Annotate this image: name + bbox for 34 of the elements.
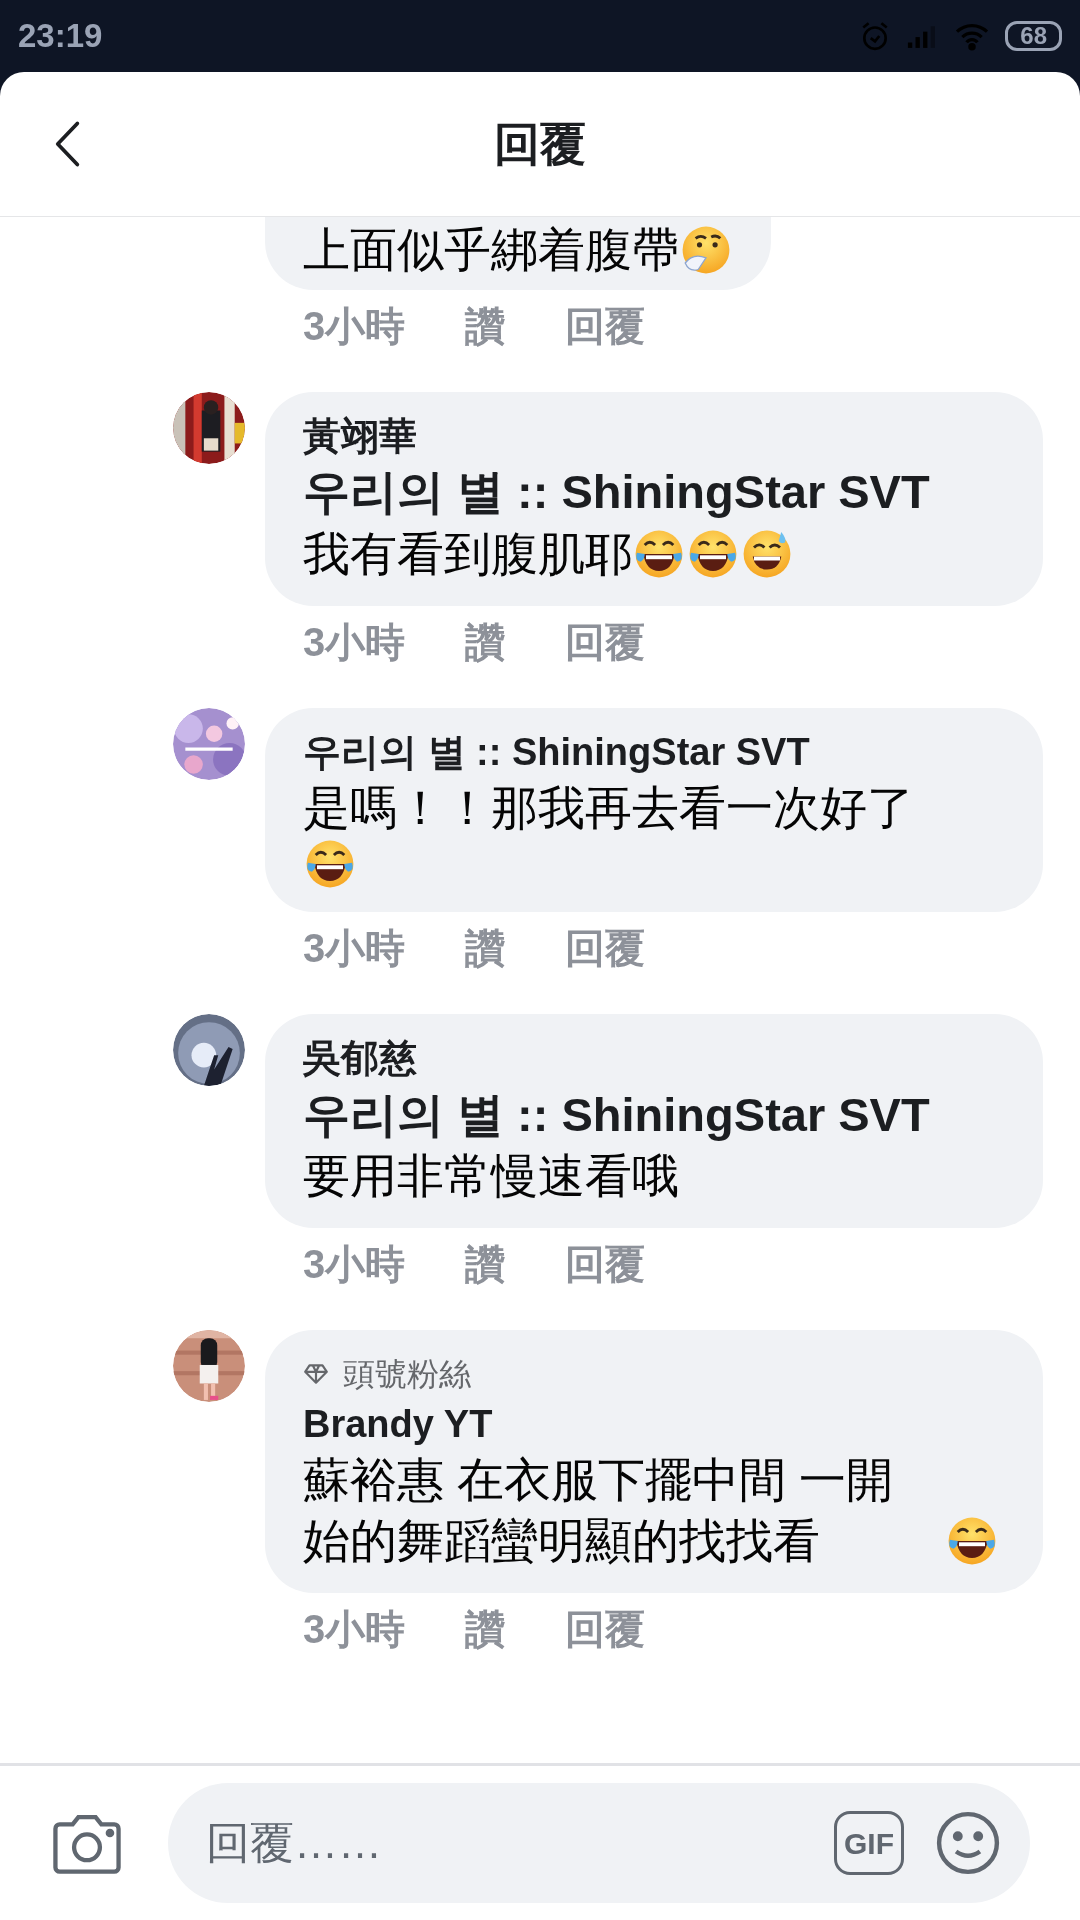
comment-text: 我有看到腹肌耶 bbox=[303, 525, 632, 582]
comment-text: 蘇裕惠 在衣服下擺中間 一開始的舞蹈蠻明顯的找找看 bbox=[303, 1452, 895, 1570]
status-time: 23:19 bbox=[18, 16, 103, 57]
reply-link[interactable]: 回覆 bbox=[565, 922, 646, 975]
diamond-icon bbox=[303, 1362, 329, 1385]
reply-link[interactable]: 回覆 bbox=[565, 300, 646, 353]
battery-indicator: 68 bbox=[1005, 21, 1062, 51]
comment-time: 3小時 bbox=[303, 303, 406, 351]
comment-text: 上面似乎綁着腹帶 bbox=[303, 222, 679, 278]
comment-text: 是嗎！！那我再去看一次好了 bbox=[303, 780, 915, 837]
comment-text: 要用非常慢速看哦 bbox=[303, 1147, 679, 1204]
like-link[interactable]: 讚 bbox=[465, 922, 506, 975]
reply-link[interactable]: 回覆 bbox=[565, 1603, 646, 1656]
mention-link[interactable]: 우리의 별 :: ShiningStar SVT bbox=[303, 461, 999, 523]
page-title: 回覆 bbox=[494, 116, 586, 172]
commenter-name[interactable]: 吳郁慈 bbox=[303, 1034, 999, 1084]
comment-time: 3小時 bbox=[303, 925, 406, 973]
fan-badge-label: 頭號粉絲 bbox=[343, 1354, 471, 1394]
comment-time: 3小時 bbox=[303, 1606, 406, 1654]
reply-link[interactable]: 回覆 bbox=[565, 1237, 646, 1290]
reply-link[interactable]: 回覆 bbox=[565, 615, 646, 668]
comment-time: 3小時 bbox=[303, 618, 406, 666]
mention-link[interactable]: 우리의 별 :: ShiningStar SVT bbox=[303, 1083, 999, 1145]
like-link[interactable]: 讚 bbox=[465, 1237, 506, 1290]
like-link[interactable]: 讚 bbox=[465, 300, 506, 353]
like-link[interactable]: 讚 bbox=[465, 1603, 506, 1656]
emoji-icon[interactable] bbox=[934, 1809, 1002, 1877]
gif-button[interactable]: GIF bbox=[834, 1811, 904, 1875]
commenter-name[interactable]: 우리의 별 :: ShiningStar SVT bbox=[303, 727, 999, 778]
commenter-name[interactable]: 黃翊華 bbox=[303, 412, 999, 462]
commenter-name[interactable]: Brandy YT bbox=[303, 1399, 999, 1450]
comment-time: 3小時 bbox=[303, 1240, 406, 1288]
back-chevron-icon[interactable] bbox=[54, 119, 82, 169]
like-link[interactable]: 讚 bbox=[465, 615, 506, 668]
